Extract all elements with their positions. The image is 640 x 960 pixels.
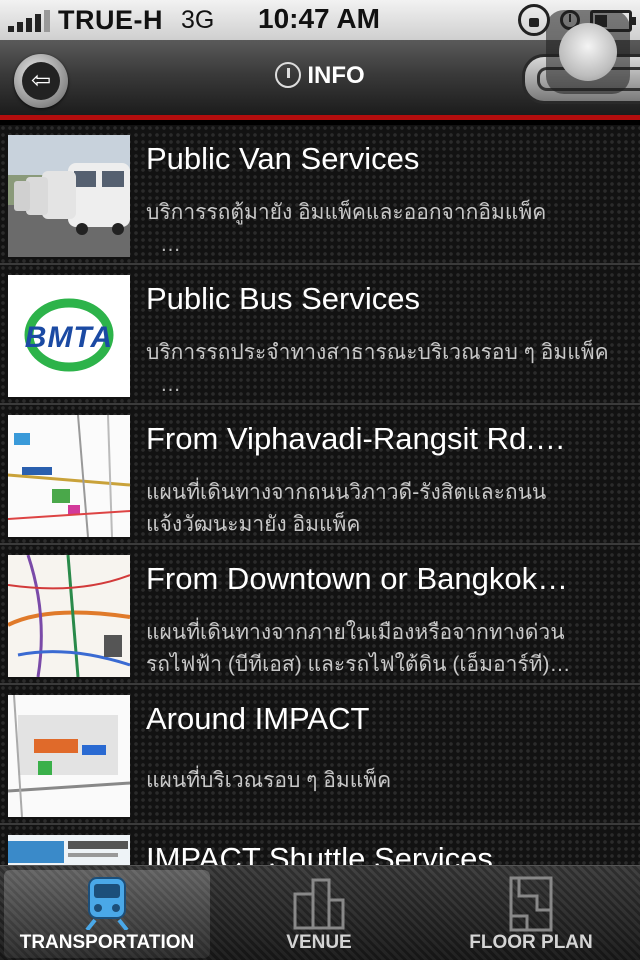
viphavadi-map-thumbnail xyxy=(8,415,130,537)
list-item-title: Public Van Services xyxy=(146,141,420,176)
list-item-title: IMPACT Shuttle Services xyxy=(146,841,493,865)
info-list[interactable]: Public Van Services บริการรถตู้มายัง อิม… xyxy=(0,125,640,865)
status-bar: TRUE-H 3G 10:47 AM xyxy=(0,0,640,40)
list-item-public-van[interactable]: Public Van Services บริการรถตู้มายัง อิม… xyxy=(0,125,640,265)
list-item-description: แผนที่บริเวณรอบ ๆ อิมแพ็ค xyxy=(146,769,392,792)
tab-floor-plan[interactable]: FLOOR PLAN xyxy=(428,870,634,958)
van-photo-thumbnail xyxy=(8,135,130,257)
train-icon xyxy=(85,877,129,930)
status-time: 10:47 AM xyxy=(258,3,380,34)
tab-label: TRANSPORTATION xyxy=(19,932,195,953)
carrier-name: TRUE-H xyxy=(58,4,163,35)
buildings-icon xyxy=(293,878,345,930)
assistive-touch-button[interactable] xyxy=(546,10,630,94)
tab-label: FLOOR PLAN xyxy=(469,932,593,953)
list-item-around-impact[interactable]: Around IMPACT แผนที่บริเวณรอบ ๆ อิมแพ็ค xyxy=(0,685,640,825)
list-item-title: Public Bus Services xyxy=(146,281,420,316)
list-item-description: แผนที่เดินทางจากภายในเมืองหรือจากทางด่วน… xyxy=(146,621,571,676)
tab-transportation[interactable]: TRANSPORTATION xyxy=(4,870,210,958)
list-item-description: แผนที่เดินทางจากถนนวิภาวดี-รังสิตและถนนแ… xyxy=(146,481,547,536)
page-title-text: INFO xyxy=(307,62,365,89)
info-icon xyxy=(275,62,302,88)
signal-strength-icon xyxy=(8,8,50,32)
list-item-downtown[interactable]: From Downtown or Bangkok… แผนที่เดินทางจ… xyxy=(0,545,640,685)
list-item-description: บริการรถประจำทางสาธารณะบริเวณรอบ ๆ อิมแพ… xyxy=(146,341,609,396)
tab-label: VENUE xyxy=(286,932,352,953)
downtown-map-thumbnail xyxy=(8,555,130,677)
list-item-viphavadi[interactable]: From Viphavadi-Rangsit Rd.… แผนที่เดินทา… xyxy=(0,405,640,545)
network-type: 3G xyxy=(181,5,215,34)
tab-venue[interactable]: VENUE xyxy=(216,870,422,958)
list-item-public-bus[interactable]: BMTA Public Bus Services บริการรถประจำทา… xyxy=(0,265,640,405)
tab-bar: TRANSPORTATION VENUE FLOOR PLAN xyxy=(0,865,640,960)
shuttle-thumbnail xyxy=(8,835,130,865)
list-item-title: Around IMPACT xyxy=(146,701,370,736)
navigation-bar: ⇦ INFO xyxy=(0,40,640,120)
list-item-impact-shuttle[interactable]: IMPACT Shuttle Services xyxy=(0,825,640,865)
list-item-title: From Downtown or Bangkok… xyxy=(146,561,569,596)
around-impact-map-thumbnail xyxy=(8,695,130,817)
bmta-logo-text: BMTA xyxy=(24,321,114,354)
bmta-logo-thumbnail: BMTA xyxy=(8,275,130,397)
app-screen: TRUE-H 3G 10:47 AM ⇦ INFO Public Van Ser… xyxy=(0,0,640,960)
floor-plan-icon xyxy=(509,876,553,932)
list-item-description: บริการรถตู้มายัง อิมแพ็คและออกจากอิมแพ็ค… xyxy=(146,201,547,256)
list-item-title: From Viphavadi-Rangsit Rd.… xyxy=(146,421,566,456)
